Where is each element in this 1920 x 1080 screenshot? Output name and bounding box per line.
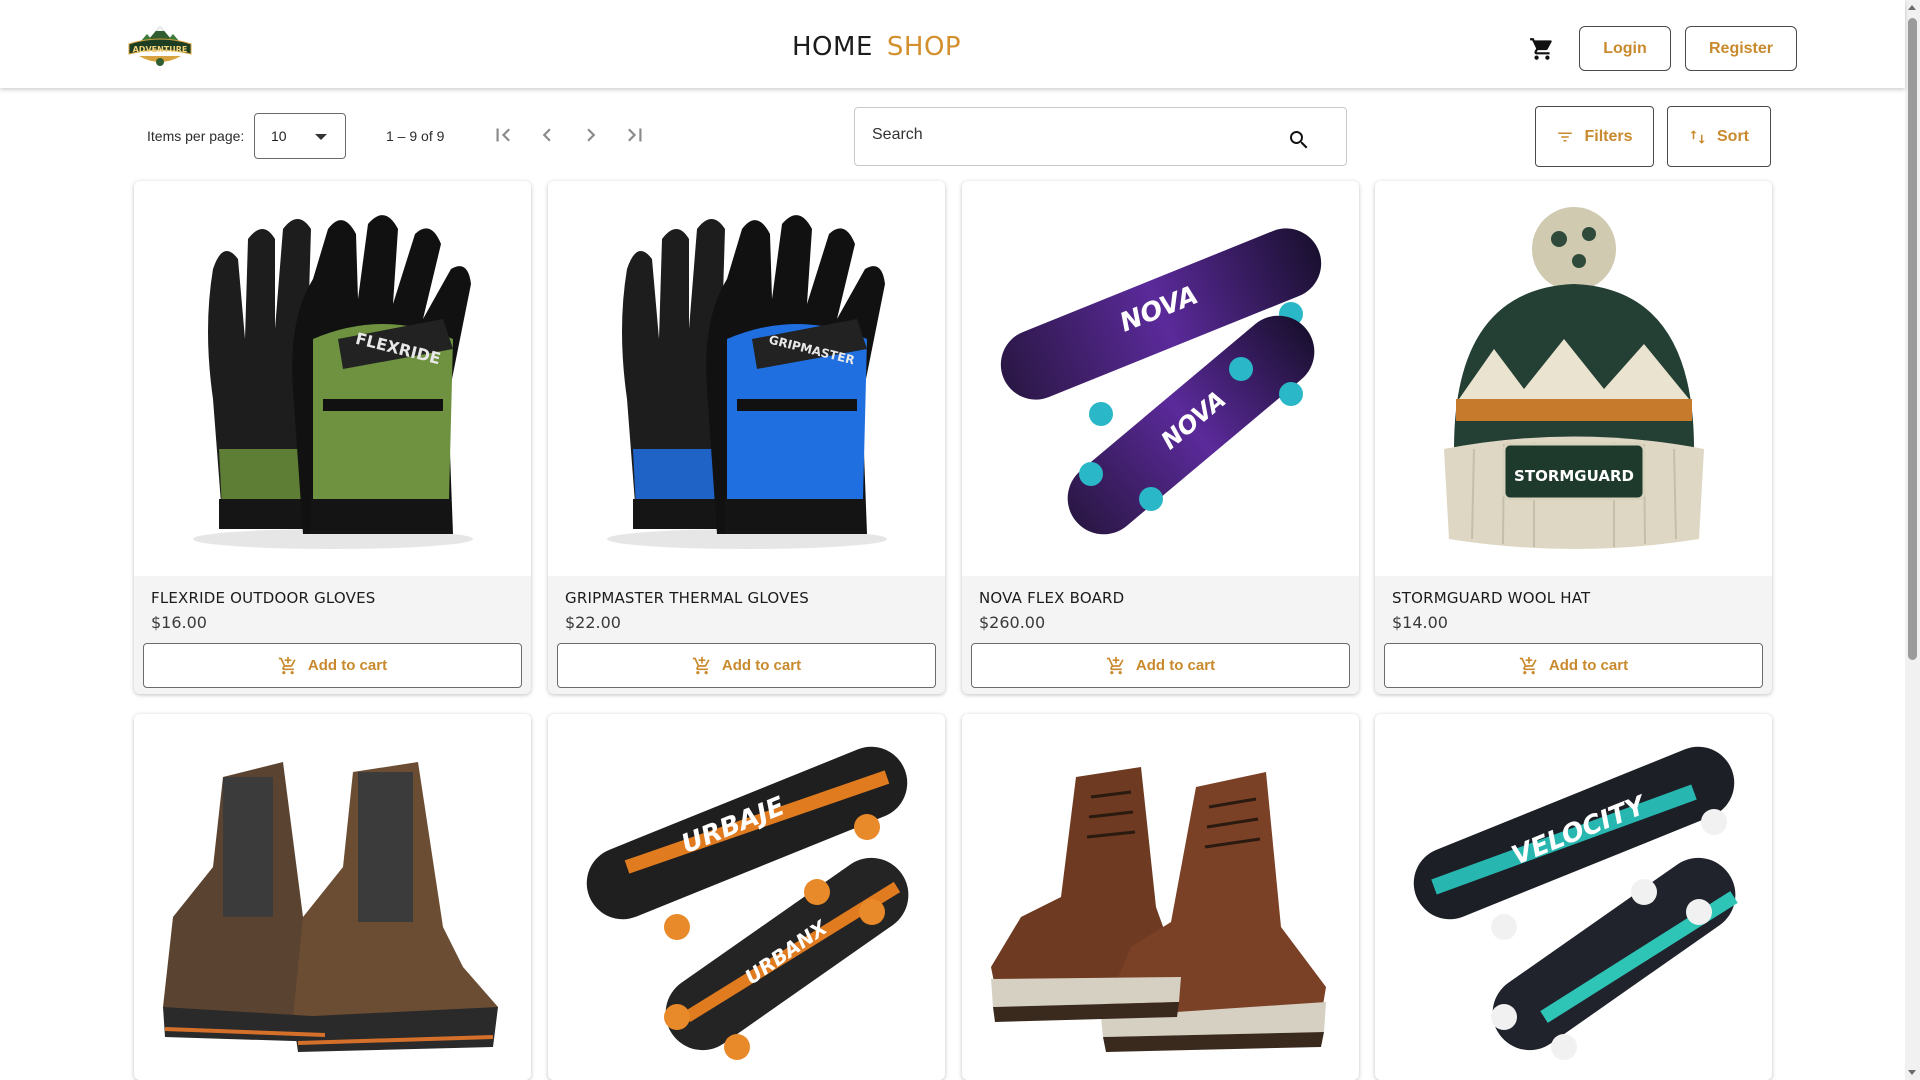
svg-text:ADVENTURE: ADVENTURE xyxy=(133,45,188,54)
scrollbar-thumb[interactable] xyxy=(1908,18,1917,660)
items-per-page-value: 10 xyxy=(271,128,287,144)
previous-page-icon[interactable] xyxy=(534,122,560,148)
filters-button[interactable]: Filters xyxy=(1535,106,1654,167)
add-to-cart-button[interactable]: Add to cart xyxy=(1384,643,1763,688)
nav-home-link[interactable]: HOME xyxy=(792,32,873,62)
add-to-cart-button[interactable]: Add to cart xyxy=(971,643,1350,688)
product-card: NOVA NOVA NOVA FLEX BOARD $260.00 Add to… xyxy=(962,181,1359,694)
product-price: $14.00 xyxy=(1392,613,1448,632)
sort-icon xyxy=(1690,129,1705,144)
scroll-down-icon[interactable] xyxy=(1908,1070,1916,1075)
product-price: $22.00 xyxy=(565,613,621,632)
search-box xyxy=(854,107,1347,166)
product-card xyxy=(134,714,531,1080)
page-scrollbar[interactable] xyxy=(1905,0,1920,1080)
product-image[interactable]: NOVA NOVA xyxy=(962,181,1359,576)
product-card: STORMGUARD STORMGUARD WOOL HAT $14.00 Ad… xyxy=(1375,181,1772,694)
filter-icon xyxy=(1558,132,1573,141)
add-to-cart-button[interactable]: Add to cart xyxy=(143,643,522,688)
product-card xyxy=(962,714,1359,1080)
next-page-icon[interactable] xyxy=(578,122,604,148)
product-price: $260.00 xyxy=(979,613,1046,632)
add-cart-icon xyxy=(1519,656,1537,674)
add-cart-icon xyxy=(692,656,710,674)
login-button[interactable]: Login xyxy=(1579,26,1671,71)
product-image[interactable]: STORMGUARD xyxy=(1375,181,1772,576)
filters-label: Filters xyxy=(1584,127,1633,145)
pagination-range: 1 – 9 of 9 xyxy=(386,128,445,144)
search-icon[interactable] xyxy=(1287,128,1311,152)
beanie-image: STORMGUARD xyxy=(1443,206,1704,549)
product-image[interactable]: VELOCITY xyxy=(1375,714,1772,1080)
product-name[interactable]: NOVA FLEX BOARD xyxy=(979,589,1124,607)
product-name[interactable]: STORMGUARD WOOL HAT xyxy=(1392,589,1590,607)
add-to-cart-label: Add to cart xyxy=(1548,657,1629,674)
product-card: URBAJE URBANX xyxy=(548,714,945,1080)
add-to-cart-label: Add to cart xyxy=(307,657,388,674)
dropdown-arrow-icon xyxy=(315,134,327,140)
last-page-icon[interactable] xyxy=(622,122,648,148)
product-card: VELOCITY xyxy=(1375,714,1772,1080)
cart-icon[interactable] xyxy=(1528,36,1556,62)
items-per-page-label: Items per page: xyxy=(147,128,245,144)
add-cart-icon xyxy=(278,656,296,674)
skateboard-image: VELOCITY xyxy=(1413,746,1738,1060)
sort-button[interactable]: Sort xyxy=(1667,106,1771,167)
add-to-cart-label: Add to cart xyxy=(1135,657,1216,674)
product-card: GRIPMASTER GRIPMASTER THERMAL GLOVES $22… xyxy=(548,181,945,694)
scroll-up-icon[interactable] xyxy=(1908,5,1916,10)
product-image[interactable] xyxy=(134,714,531,1080)
boots-image xyxy=(162,762,498,1052)
add-to-cart-label: Add to cart xyxy=(721,657,802,674)
items-per-page-select[interactable]: 10 xyxy=(254,113,346,159)
register-button[interactable]: Register xyxy=(1685,26,1797,71)
product-name[interactable]: FLEXRIDE OUTDOOR GLOVES xyxy=(151,589,376,607)
first-page-icon[interactable] xyxy=(490,122,516,148)
search-input[interactable] xyxy=(872,126,1272,144)
product-name[interactable]: GRIPMASTER THERMAL GLOVES xyxy=(565,589,809,607)
product-image[interactable]: GRIPMASTER xyxy=(548,181,945,576)
brand-logo[interactable]: ADVENTURE xyxy=(125,24,195,68)
top-navbar: ADVENTURE HOME SHOP Login Register xyxy=(0,0,1905,88)
svg-text:STORMGUARD: STORMGUARD xyxy=(1514,467,1634,485)
skateboard-image: NOVA NOVA xyxy=(1000,227,1321,534)
product-image[interactable]: URBAJE URBANX xyxy=(548,714,945,1080)
gloves-image: FLEXRIDE xyxy=(192,214,473,549)
sort-label: Sort xyxy=(1717,127,1749,145)
skateboard-image: URBAJE URBANX xyxy=(586,746,908,1060)
product-image[interactable] xyxy=(962,714,1359,1080)
main-nav: HOME SHOP xyxy=(792,32,961,62)
gloves-image: GRIPMASTER xyxy=(606,214,887,549)
add-to-cart-button[interactable]: Add to cart xyxy=(557,643,936,688)
boots-image xyxy=(990,767,1326,1052)
nav-shop-link[interactable]: SHOP xyxy=(887,32,961,62)
product-card: FLEXRIDE FLEXRIDE OUTDOOR GLOVES $16.00 … xyxy=(134,181,531,694)
add-cart-icon xyxy=(1106,656,1124,674)
product-image[interactable]: FLEXRIDE xyxy=(134,181,531,576)
product-price: $16.00 xyxy=(151,613,207,632)
